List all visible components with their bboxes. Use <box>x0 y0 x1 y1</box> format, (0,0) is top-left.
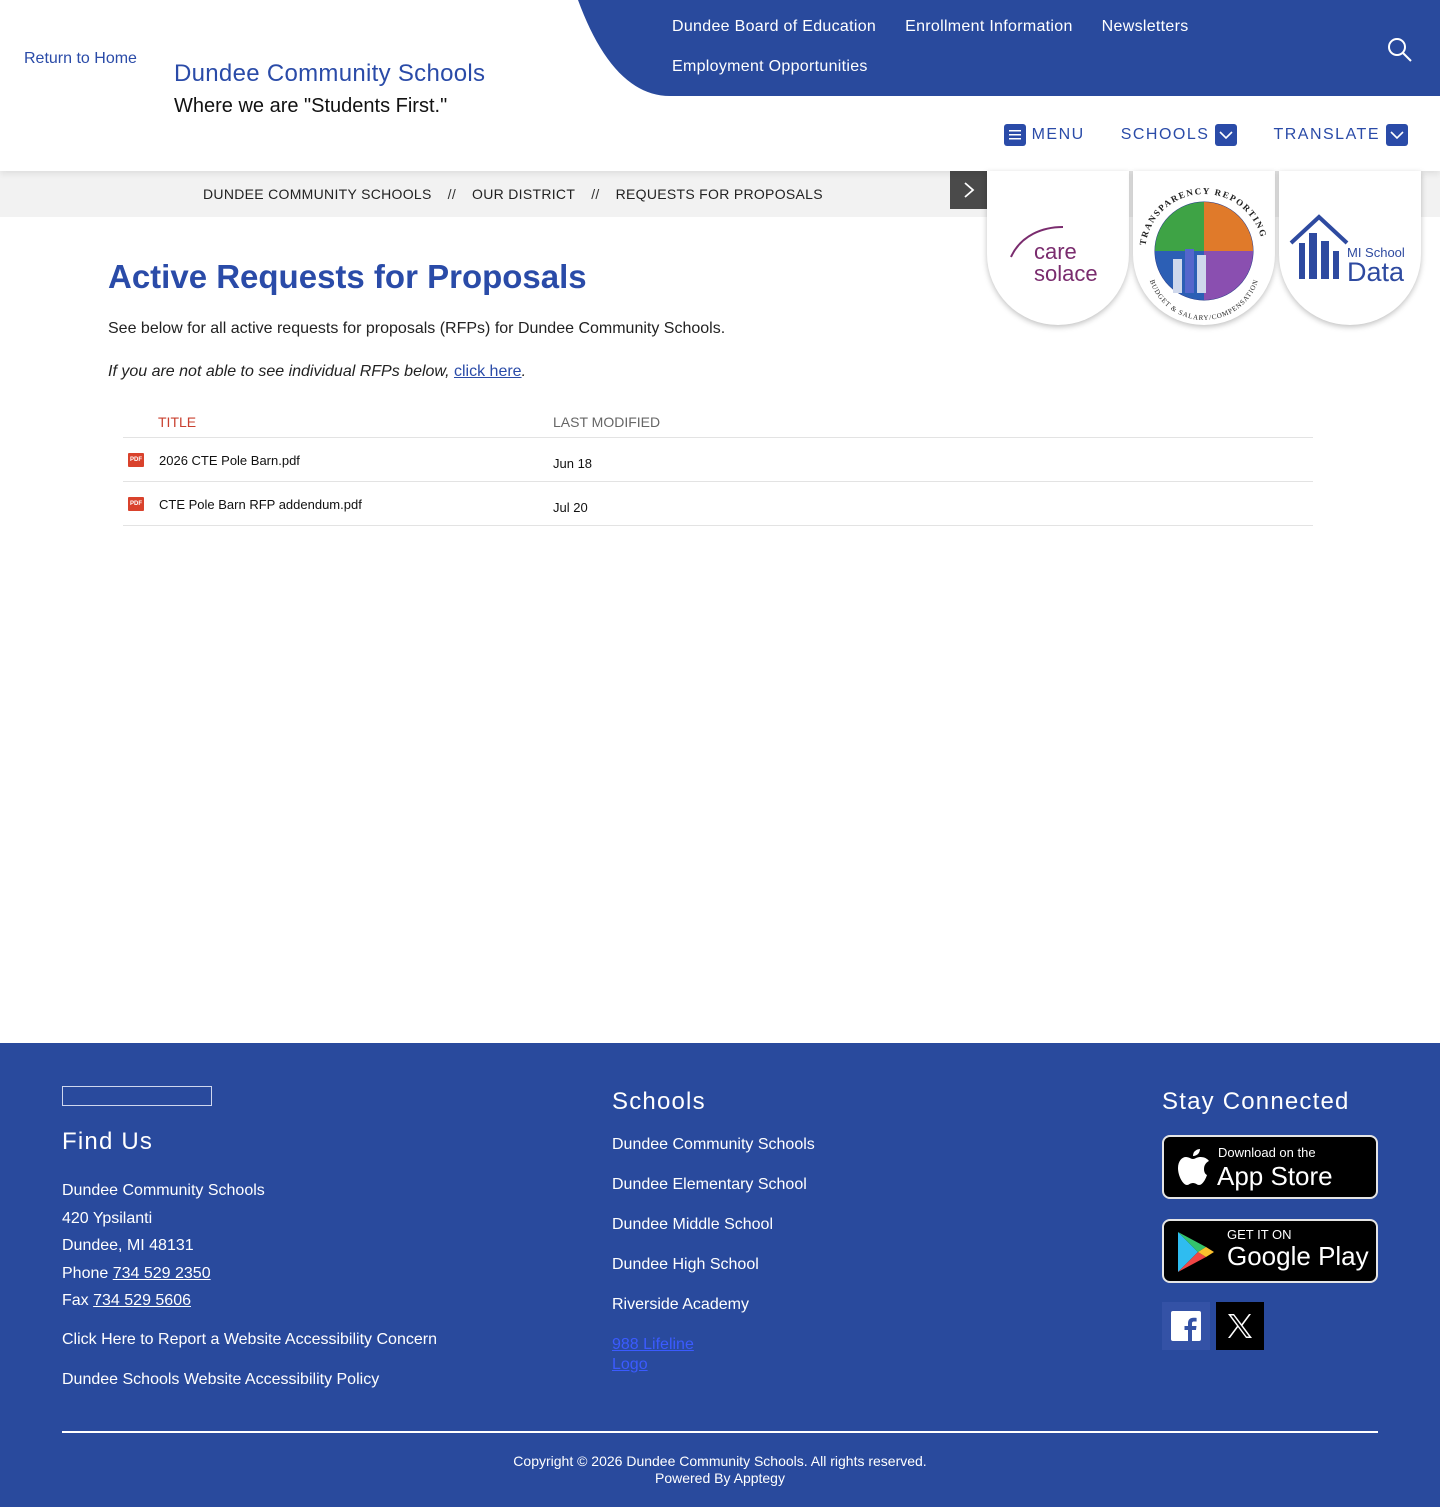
utility-links: Dundee Board of Education Enrollment Info… <box>672 18 1272 98</box>
utility-bar: Dundee Board of Education Enrollment Info… <box>560 0 1440 96</box>
search-icon <box>1388 38 1412 62</box>
site-title: Dundee Community Schools <box>174 60 486 87</box>
school-link-riverside[interactable]: Riverside Academy <box>612 1296 749 1314</box>
translate-dropdown[interactable]: TRANSLATE <box>1273 124 1408 146</box>
x-twitter-button[interactable] <box>1216 1302 1264 1350</box>
fallback-note-end: . <box>521 363 527 380</box>
menu-button[interactable]: MENU <box>1003 124 1085 146</box>
fallback-note-text: If you are not able to see individual RF… <box>108 363 454 380</box>
app-store-button[interactable]: Download on the App Store <box>1162 1135 1378 1199</box>
utility-link-newsletters[interactable]: Newsletters <box>1102 18 1189 36</box>
google-play-small-text: GET IT ON <box>1227 1227 1292 1242</box>
schools-heading: Schools <box>612 1088 706 1115</box>
copyright: Copyright © 2026 Dundee Community School… <box>0 1453 1440 1487</box>
file-link[interactable]: 2026 CTE Pole Barn.pdf <box>159 453 300 468</box>
address-name: Dundee Community Schools <box>62 1182 265 1199</box>
site-footer: Find Us Dundee Community Schools 420 Yps… <box>0 1043 1440 1507</box>
facebook-button[interactable] <box>1162 1302 1210 1350</box>
rfp-table: TITLE LAST MODIFIED PDF 2026 CTE Pole Ba… <box>123 405 1313 526</box>
mi-school-data-badge[interactable]: MI School Data <box>1279 171 1421 325</box>
modified-date: Jun 18 <box>553 456 593 471</box>
school-link-high[interactable]: Dundee High School <box>612 1256 759 1274</box>
footer-logo <box>62 1086 212 1106</box>
breadcrumb-item-home[interactable]: DUNDEE COMMUNITY SCHOOLS <box>203 186 432 202</box>
utility-link-enrollment[interactable]: Enrollment Information <box>905 18 1073 36</box>
school-link-middle[interactable]: Dundee Middle School <box>612 1216 773 1234</box>
modified-date: Jul 20 <box>553 500 588 515</box>
fax-link[interactable]: 734 529 5606 <box>93 1292 191 1309</box>
google-play-big-text: Google Play <box>1227 1241 1369 1271</box>
intro-text: See below for all active requests for pr… <box>108 320 726 337</box>
pdf-icon: PDF <box>128 497 144 511</box>
facebook-icon <box>1171 1311 1201 1341</box>
phone-link[interactable]: 734 529 2350 <box>113 1265 211 1282</box>
breadcrumb: DUNDEE COMMUNITY SCHOOLS // OUR DISTRICT… <box>203 186 823 202</box>
transparency-reporting-badge[interactable]: TRANSPARENCY REPORTING BUDGET & SALARY/C… <box>1133 171 1275 325</box>
search-button[interactable] <box>1386 36 1414 64</box>
chevron-down-icon <box>1215 124 1238 146</box>
accessibility-policy-link[interactable]: Dundee Schools Website Accessibility Pol… <box>62 1371 379 1389</box>
address-city: Dundee, MI 48131 <box>62 1237 194 1254</box>
app-store-small-text: Download on the <box>1218 1145 1316 1160</box>
stay-connected-heading: Stay Connected <box>1162 1088 1350 1115</box>
app-store-big-text: App Store <box>1217 1161 1333 1191</box>
apple-icon <box>1178 1149 1209 1185</box>
school-link-elementary[interactable]: Dundee Elementary School <box>612 1176 807 1194</box>
care-solace-logo: care solace <box>1010 226 1098 286</box>
footer-divider <box>62 1431 1378 1433</box>
transparency-reporting-logo: TRANSPARENCY REPORTING BUDGET & SALARY/C… <box>1137 186 1267 322</box>
google-play-button[interactable]: GET IT ON Google Play <box>1162 1219 1378 1283</box>
care-solace-badge[interactable]: care solace <box>987 171 1129 325</box>
phone-line: Phone 734 529 2350 <box>62 1260 265 1288</box>
column-header-last-modified[interactable]: LAST MODIFIED <box>553 414 660 430</box>
x-icon <box>1228 1314 1252 1338</box>
address-block: Dundee Community Schools 420 Ypsilanti D… <box>62 1177 265 1315</box>
address-street: 420 Ypsilanti <box>62 1209 153 1227</box>
click-here-link[interactable]: click here <box>454 363 522 380</box>
table-row[interactable]: PDF 2026 CTE Pole Barn.pdf Jun 18 <box>123 438 1313 482</box>
breadcrumb-separator: // <box>447 186 457 202</box>
hamburger-icon <box>1003 124 1026 146</box>
rfp-table-header: TITLE LAST MODIFIED <box>123 405 1313 438</box>
chevron-down-icon <box>1386 124 1408 146</box>
phone-label: Phone <box>62 1264 113 1282</box>
schools-label: SCHOOLS <box>1120 126 1210 143</box>
page-title: Active Requests for Proposals <box>108 258 587 295</box>
chevron-right-icon <box>964 182 975 198</box>
breadcrumb-item-current: REQUESTS FOR PROPOSALS <box>615 186 823 202</box>
svg-text:Data: Data <box>1347 257 1405 287</box>
google-play-icon <box>1178 1232 1214 1272</box>
table-row[interactable]: PDF CTE Pole Barn RFP addendum.pdf Jul 2… <box>123 482 1313 526</box>
site-tagline: Where we are "Students First." <box>174 95 448 117</box>
translate-label: TRANSLATE <box>1273 126 1380 143</box>
menu-label: MENU <box>1031 126 1085 143</box>
fax-label: Fax <box>62 1292 94 1309</box>
schools-dropdown[interactable]: SCHOOLS <box>1121 124 1238 146</box>
copyright-text: Copyright © 2026 Dundee Community School… <box>513 1453 927 1469</box>
main-nav: MENU SCHOOLS TRANSLATE <box>1003 124 1408 146</box>
svg-text:solace: solace <box>1034 261 1098 286</box>
find-us-heading: Find Us <box>62 1128 154 1155</box>
site-header: Return to Home Dundee Community Schools … <box>0 0 1440 171</box>
mi-school-data-logo: MI School Data <box>1289 214 1405 287</box>
fax-line: Fax 734 529 5606 <box>62 1287 265 1315</box>
badge-toggle-button[interactable] <box>950 171 988 209</box>
breadcrumb-separator: // <box>591 186 600 202</box>
column-header-title[interactable]: TITLE <box>158 414 196 430</box>
breadcrumb-item-district[interactable]: OUR DISTRICT <box>472 186 575 202</box>
powered-by-link[interactable]: Powered By Apptegy <box>0 1470 1440 1487</box>
lifeline-logo-link[interactable]: 988 Lifeline Logo <box>612 1335 732 1375</box>
pdf-icon: PDF <box>128 453 144 467</box>
return-home-logo-link[interactable]: Return to Home <box>24 50 137 68</box>
fallback-note: If you are not able to see individual RF… <box>108 363 526 381</box>
utility-link-employment[interactable]: Employment Opportunities <box>672 58 868 76</box>
accessibility-report-link[interactable]: Click Here to Report a Website Accessibi… <box>62 1331 437 1349</box>
file-link[interactable]: CTE Pole Barn RFP addendum.pdf <box>159 497 362 512</box>
school-link-community[interactable]: Dundee Community Schools <box>612 1136 815 1154</box>
utility-link-board[interactable]: Dundee Board of Education <box>672 18 876 36</box>
